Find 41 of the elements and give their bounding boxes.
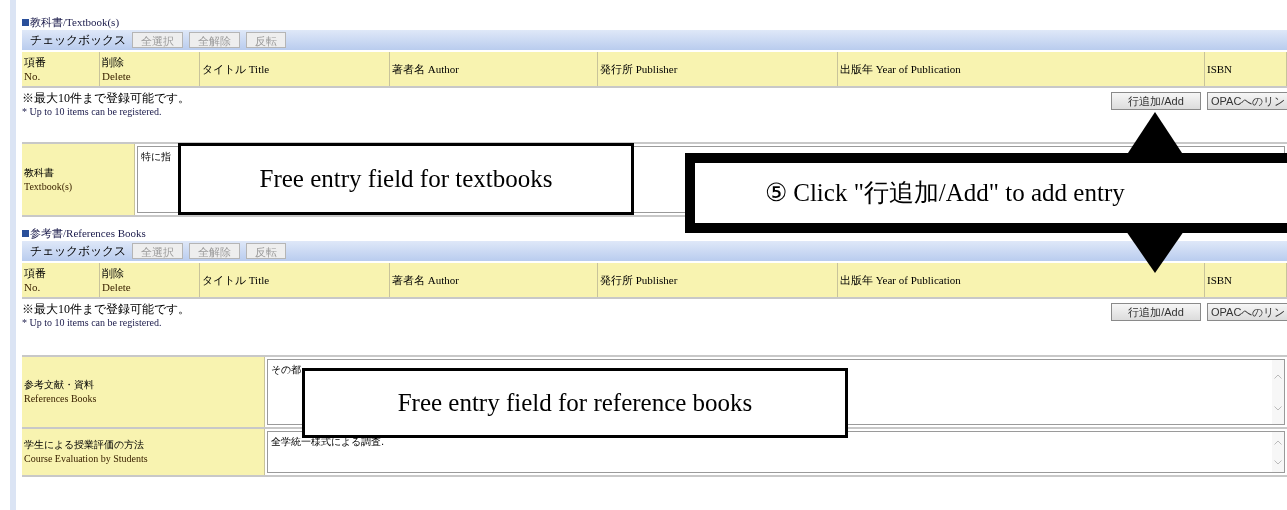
callout-tooltip: ⑤ Click "行追加/Add" to add entry — [685, 153, 1287, 233]
column-header: 項番 No. — [22, 52, 100, 86]
scroll-down-icon[interactable] — [1274, 405, 1282, 411]
toolbar-label: チェックボックス — [30, 243, 126, 260]
note-text: * Up to 10 items can be registered. — [22, 105, 163, 118]
link-button[interactable]: OPACへのリン — [1207, 92, 1287, 110]
column-header: タイトル Title — [200, 52, 390, 86]
link-button[interactable]: OPACへのリン — [1207, 303, 1287, 321]
field-label: 参考文献・資料 References Books — [22, 357, 265, 427]
add-row-button[interactable]: 行追加/Add — [1111, 92, 1201, 110]
column-header: ISBN — [1205, 52, 1287, 86]
section-title: 参考書/References Books — [30, 227, 146, 239]
note-text: * Up to 10 items can be registered. — [22, 316, 163, 329]
column-header: 削除 Delete — [100, 263, 200, 297]
note-text: ※最大10件まで登録可能です。 — [22, 92, 190, 105]
scroll-up-icon[interactable] — [1274, 439, 1282, 445]
column-header: 発行所 Publisher — [598, 263, 838, 297]
scroll-up-icon[interactable] — [1274, 373, 1282, 379]
note-text: ※最大10件まで登録可能です。 — [22, 303, 190, 316]
column-header: タイトル Title — [200, 263, 390, 297]
field-label: 教科書 Textbook(s) — [22, 144, 135, 215]
scrollbar[interactable] — [1272, 432, 1284, 472]
section-icon — [22, 18, 29, 26]
scrollbar[interactable] — [1272, 360, 1284, 424]
section-icon — [22, 229, 29, 237]
column-header: 出版年 Year of Publication — [838, 263, 1205, 297]
column-header: 項番 No. — [22, 263, 100, 297]
scroll-down-icon[interactable] — [1274, 459, 1282, 465]
annotation-tooltip: Free entry field for reference books — [302, 368, 848, 438]
toolbar-label: チェックボックス — [30, 32, 126, 49]
field-label: 学生による授業評価の方法 Course Evaluation by Students — [22, 429, 265, 475]
column-header: ISBN — [1205, 263, 1287, 297]
down-arrow-icon — [1126, 231, 1184, 273]
column-header: 著者名 Author — [390, 52, 598, 86]
column-header: 出版年 Year of Publication — [838, 52, 1205, 86]
annotation-tooltip: Free entry field for textbooks — [178, 143, 634, 215]
column-header: 著者名 Author — [390, 263, 598, 297]
column-header: 発行所 Publisher — [598, 52, 838, 86]
add-row-button[interactable]: 行追加/Add — [1111, 303, 1201, 321]
section-title: 教科書/Textbook(s) — [30, 16, 120, 28]
column-header: 削除 Delete — [100, 52, 200, 86]
